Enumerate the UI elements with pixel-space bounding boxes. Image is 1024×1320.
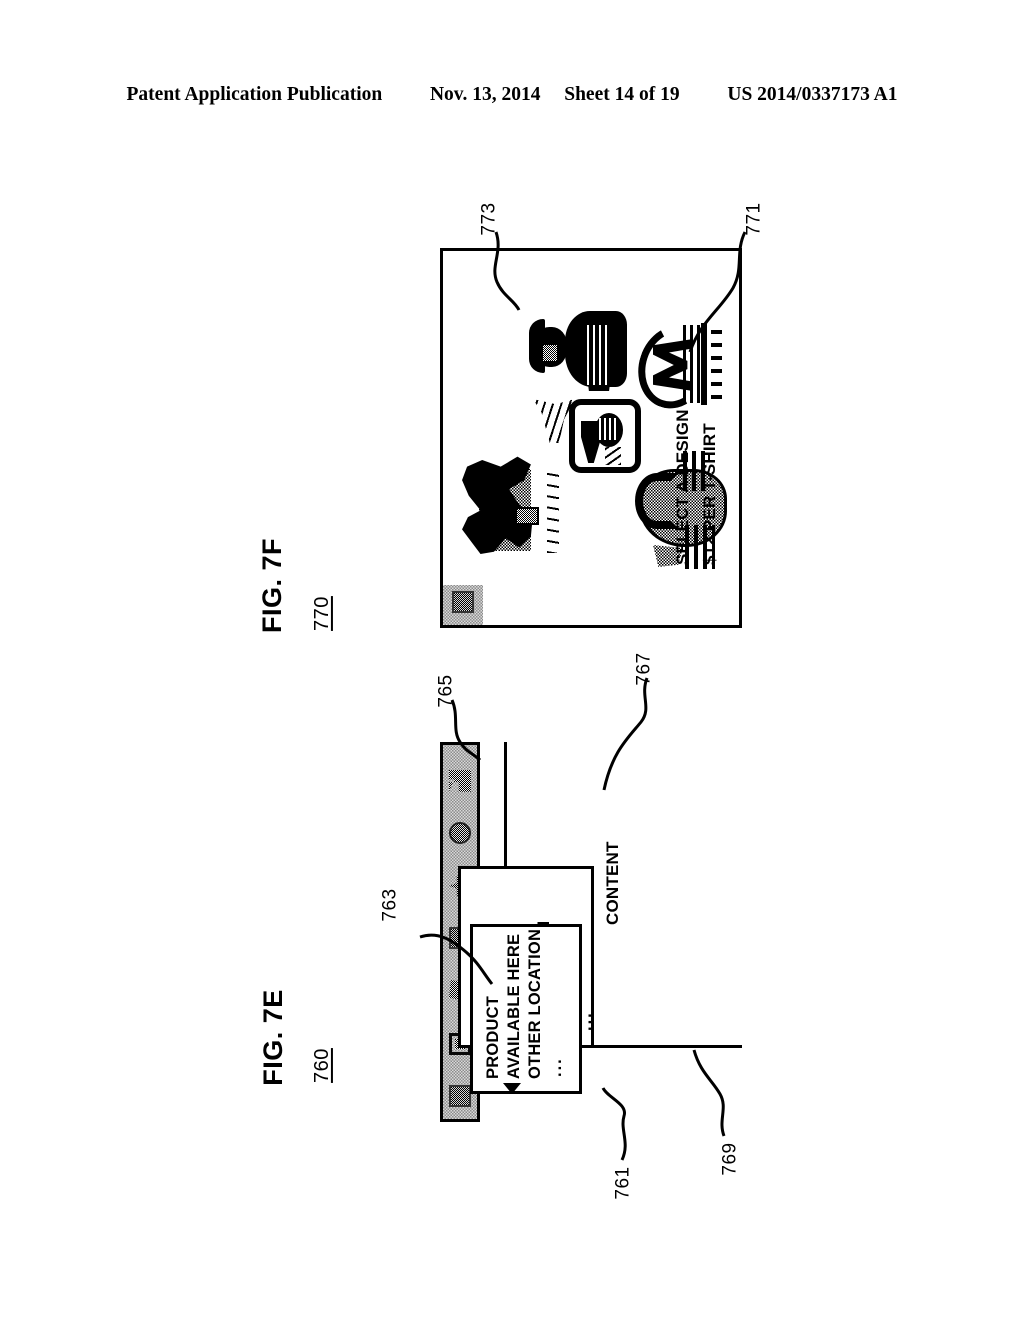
fig-7e-number: 760 [310, 1048, 333, 1083]
fig-7e-frame: CONTENT CATEGORY FOOD DRINK PARTY ROOM S… [440, 742, 742, 1122]
header-patent-number: US 2014/0337173 A1 [727, 84, 898, 105]
ref-761: 761 [612, 1166, 634, 1200]
ref-765: 765 [435, 674, 457, 708]
product-dropdown-item-1[interactable]: AVAILABLE HERE [504, 934, 525, 1079]
design-character-art[interactable] [529, 303, 639, 395]
product-dropdown-item-0[interactable]: PRODUCT [483, 939, 504, 1079]
product-dropdown[interactable]: PRODUCT AVAILABLE HERE OTHER LOCATION ..… [470, 924, 582, 1094]
toolbar-slot-7[interactable] [443, 764, 477, 798]
badge-waves [599, 418, 619, 440]
fig-7e-label: FIG. 7E [257, 989, 288, 1086]
price-label: $12 PER T-SHIRT [699, 423, 719, 565]
ref-767: 767 [633, 652, 655, 686]
silhouette-ticks [547, 469, 559, 553]
fig-7e-screen-group: CONTENT CATEGORY FOOD DRINK PARTY ROOM S… [440, 742, 742, 1122]
toolbar-slot-6[interactable] [443, 817, 477, 851]
fig-7f-screen-group: SELECT A DESIGN $12 PER T-SHIRT [440, 248, 742, 628]
header-sheet: Sheet 14 of 19 [564, 84, 680, 105]
character-face [543, 345, 557, 361]
design-emblem-art[interactable] [627, 316, 725, 418]
fig-7f-number: 770 [310, 596, 333, 631]
design-gallery: SELECT A DESIGN $12 PER T-SHIRT [443, 251, 739, 585]
leader-lines [419, 231, 747, 1161]
header-publication: Patent Application Publication [126, 84, 383, 105]
design-badge-icon-art[interactable] [569, 399, 641, 473]
page-header: Patent Application Publication Nov. 13, … [0, 84, 1024, 106]
caret-icon [503, 1083, 521, 1094]
header-date: Nov. 13, 2014 [429, 84, 541, 105]
silhouette-chip [515, 507, 539, 525]
content-label: CONTENT [603, 841, 622, 925]
emblem-pips [711, 329, 722, 399]
ref-773: 773 [478, 202, 500, 236]
badge-rays [605, 447, 621, 465]
grid-icon[interactable] [449, 770, 471, 792]
fig-7e-screen: CONTENT CATEGORY FOOD DRINK PARTY ROOM S… [440, 742, 742, 1122]
select-a-design-label: SELECT A DESIGN [673, 409, 693, 565]
fig-7f-screen: SELECT A DESIGN $12 PER T-SHIRT [440, 248, 742, 628]
fig-7f-label: FIG. 7F [257, 537, 288, 634]
circle-icon[interactable] [449, 822, 471, 845]
emblem-bar [701, 323, 707, 405]
product-dropdown-item-more[interactable]: ... [546, 939, 567, 1079]
ref-763: 763 [379, 888, 401, 922]
ref-769: 769 [719, 1142, 741, 1176]
character-banner-stripes [587, 325, 611, 385]
emblem-lines [683, 325, 701, 403]
ref-771: 771 [743, 202, 765, 236]
product-dropdown-item-2[interactable]: OTHER LOCATION [525, 929, 546, 1079]
toolbar-slot-1[interactable] [446, 585, 480, 619]
screen-text-block: SELECT A DESIGN $12 PER T-SHIRT [670, 409, 723, 565]
design-silhouette-art[interactable] [457, 447, 559, 567]
app-tile-icon[interactable] [452, 591, 474, 614]
app-tile-icon[interactable] [449, 1085, 471, 1108]
